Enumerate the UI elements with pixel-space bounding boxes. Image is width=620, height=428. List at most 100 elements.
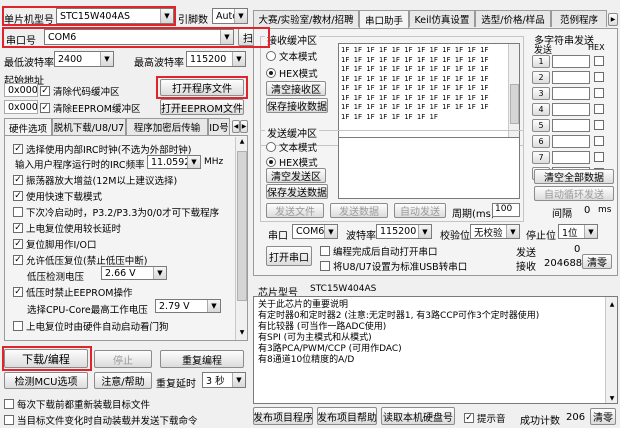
multi-send-button[interactable]: 1 (532, 55, 550, 68)
multi-string-input[interactable] (552, 55, 590, 68)
multi-send-button[interactable]: 7 (532, 151, 550, 164)
auto-send-button[interactable]: 自动发送 (394, 203, 446, 218)
send-text-mode-radio[interactable]: 文本模式 (266, 140, 317, 154)
save-receive-button[interactable]: 保存接收数据 (266, 98, 328, 113)
repeat-delay-select[interactable]: 3 秒 ▼ (202, 372, 246, 388)
clear-all-button[interactable]: 清空全部数据 (534, 169, 614, 184)
scroll-down-icon[interactable]: ▼ (237, 329, 247, 339)
open-after-download-checkbox[interactable]: 编程完成后自动打开串口 (320, 244, 438, 258)
pin-count-select[interactable]: Auto ▼ (212, 8, 248, 24)
tab-offline-download[interactable]: 脱机下载/U8/U7 (52, 118, 126, 135)
checkbox-unchecked-icon[interactable] (594, 72, 604, 82)
clear-count-button[interactable]: 清零 (582, 254, 612, 269)
cpu-core-select[interactable]: 2.79 V ▼ (155, 299, 221, 313)
open-program-file-button[interactable]: 打开程序文件 (160, 79, 244, 96)
checkbox-unchecked-icon[interactable] (594, 104, 604, 114)
send-text-area[interactable] (338, 137, 520, 199)
multi-send-button[interactable]: 3 (532, 87, 550, 100)
recv-text-mode-radio[interactable]: 文本模式 (266, 49, 317, 63)
multi-string-input[interactable] (552, 103, 590, 116)
stop-button[interactable]: 停止 (94, 350, 152, 368)
info-scrollbar[interactable]: ▲ ▼ (605, 297, 617, 403)
download-program-button[interactable]: 下载/编程 (4, 349, 88, 368)
tab-hardware-options[interactable]: 硬件选项 (4, 118, 52, 136)
save-send-button[interactable]: 保存发送数据 (266, 184, 328, 199)
tab-scroll-right-icon[interactable]: ▶ (608, 13, 618, 26)
receive-text-area[interactable]: 1F 1F 1F 1F 1F 1F 1F 1F 1F 1F 1F 1F 1F 1… (338, 43, 520, 141)
publish-help-button[interactable]: 发布项目帮助 (317, 407, 377, 425)
help-button[interactable]: 注意/帮助 (94, 372, 152, 389)
stop-bits-select[interactable]: 1位 ▼ (558, 224, 598, 239)
reload-before-download-checkbox[interactable]: 每次下载前都重新装载目标文件 (4, 397, 150, 411)
baud-rate-select[interactable]: 115200 ▼ (376, 224, 432, 239)
mcu-model-select[interactable]: STC15W404AS ▼ (56, 8, 174, 24)
tab-serial-assistant[interactable]: 串口助手 (359, 10, 409, 28)
tab-keil-debug[interactable]: Keil仿真设置 (409, 10, 475, 27)
multi-string-input[interactable] (552, 119, 590, 132)
repeat-program-button[interactable]: 重复编程 (160, 350, 244, 368)
option-fast-download[interactable]: ✓ 使用快速下载模式 (13, 189, 102, 203)
option-cold-boot-p32[interactable]: 下次冷启动时，P3.2/P3.3为0/0才可下载程序 (13, 205, 219, 219)
scroll-thumb[interactable] (510, 84, 519, 124)
tab-scroll-left-icon[interactable]: ◀ (232, 120, 240, 133)
checkbox-unchecked-icon[interactable] (594, 88, 604, 98)
multi-send-button[interactable]: 6 (532, 135, 550, 148)
parity-select[interactable]: 无校验 ▼ (470, 224, 520, 239)
receive-scrollbar[interactable] (508, 44, 519, 140)
send-hex-mode-radio[interactable]: HEX模式 (266, 155, 318, 169)
clear-code-buffer-checkbox[interactable]: ✓ 清除代码缓冲区 (40, 84, 120, 98)
chip-info-area[interactable]: 关于此芯片的重要说明 有定时器0和定时器2 (注意:无定时器1, 有3路CCP可… (253, 296, 618, 404)
multi-string-input[interactable] (552, 151, 590, 164)
checkbox-unchecked-icon[interactable] (594, 152, 604, 162)
clear-receive-button[interactable]: 清空接收区 (266, 81, 326, 96)
tab-scroll-right-icon[interactable]: ▶ (240, 120, 248, 133)
checkbox-unchecked-icon[interactable] (594, 136, 604, 146)
min-baud-select[interactable]: 2400 ▼ (54, 51, 114, 67)
option-internal-irc[interactable]: ✓ 选择使用内部IRC时钟(不选为外部时钟) (13, 142, 191, 156)
code-start-address[interactable]: 0x0000 (4, 83, 38, 97)
multi-string-input[interactable] (552, 71, 590, 84)
clear-send-button[interactable]: 清空发送区 (266, 168, 326, 183)
options-scrollbar[interactable]: ▲ ▼ (235, 137, 247, 340)
checkbox-unchecked-icon[interactable] (594, 120, 604, 130)
multi-send-button[interactable]: 5 (532, 119, 550, 132)
option-low-voltage-reset[interactable]: ✓ 允许低压复位(禁止低压中断) (13, 253, 147, 267)
multi-string-input[interactable] (552, 87, 590, 100)
max-baud-select[interactable]: 115200 ▼ (186, 51, 246, 67)
multi-send-button[interactable]: 4 (532, 103, 550, 116)
scroll-thumb[interactable] (237, 151, 247, 301)
eeprom-start-address[interactable]: 0x0000 (4, 100, 38, 114)
auto-load-on-change-checkbox[interactable]: 当目标文件变化时自动装载并发送下载命令 (4, 413, 198, 427)
checkbox-unchecked-icon[interactable] (594, 56, 604, 66)
tab-id-number[interactable]: ID号 (208, 118, 230, 135)
tab-encrypted-transfer[interactable]: 程序加密后传输 (126, 118, 208, 135)
multi-string-input[interactable] (552, 135, 590, 148)
scroll-up-icon[interactable]: ▲ (607, 299, 617, 308)
tab-selection-price[interactable]: 选型/价格/样品 (475, 10, 551, 27)
multi-send-button[interactable]: 2 (532, 71, 550, 84)
clear-success-button[interactable]: 清零 (590, 408, 616, 425)
option-osc-gain[interactable]: ✓ 振荡器放大增益(12M以上建议选择) (13, 173, 177, 187)
open-serial-port-button[interactable]: 打开串口 (266, 246, 312, 266)
port-select[interactable]: COM6 ▼ (44, 29, 234, 45)
publish-program-button[interactable]: 发布项目程序 (253, 407, 313, 425)
clear-eeprom-buffer-checkbox[interactable]: ✓ 清除EEPROM缓冲区 (40, 101, 141, 115)
serial-port-select[interactable]: COM6 ▼ (292, 224, 338, 239)
option-reset-pin-io[interactable]: ✓ 复位脚用作I/O口 (13, 237, 96, 251)
tab-contest-lab[interactable]: 大赛/实验室/教材/招聘 (253, 10, 359, 27)
scroll-down-icon[interactable]: ▼ (607, 393, 617, 402)
option-long-reset-delay[interactable]: ✓ 上电复位使用较长延时 (13, 221, 121, 235)
send-data-button[interactable]: 发送数据 (330, 203, 388, 218)
scroll-up-icon[interactable]: ▲ (237, 138, 247, 148)
beep-checkbox[interactable]: ✓ 提示音 (464, 411, 506, 425)
auto-loop-send-button[interactable]: 自动循环发送 (534, 186, 614, 201)
send-file-button[interactable]: 发送文件 (266, 203, 324, 218)
recv-hex-mode-radio[interactable]: HEX模式 (266, 66, 318, 80)
option-no-eeprom-low-voltage[interactable]: ✓ 低压时禁止EEPROM操作 (13, 285, 133, 299)
usb-cdc-checkbox[interactable]: 将U8/U7设置为标准USB转串口 (320, 259, 467, 273)
lvd-select[interactable]: 2.66 V ▼ (101, 266, 167, 280)
open-eeprom-file-button[interactable]: 打开EEPROM文件 (160, 99, 244, 115)
detect-mcu-button[interactable]: 检测MCU选项 (4, 372, 88, 389)
option-hw-watchdog[interactable]: 上电复位时由硬件自动启动看门狗 (13, 319, 169, 333)
period-input[interactable]: 100 (492, 203, 520, 217)
